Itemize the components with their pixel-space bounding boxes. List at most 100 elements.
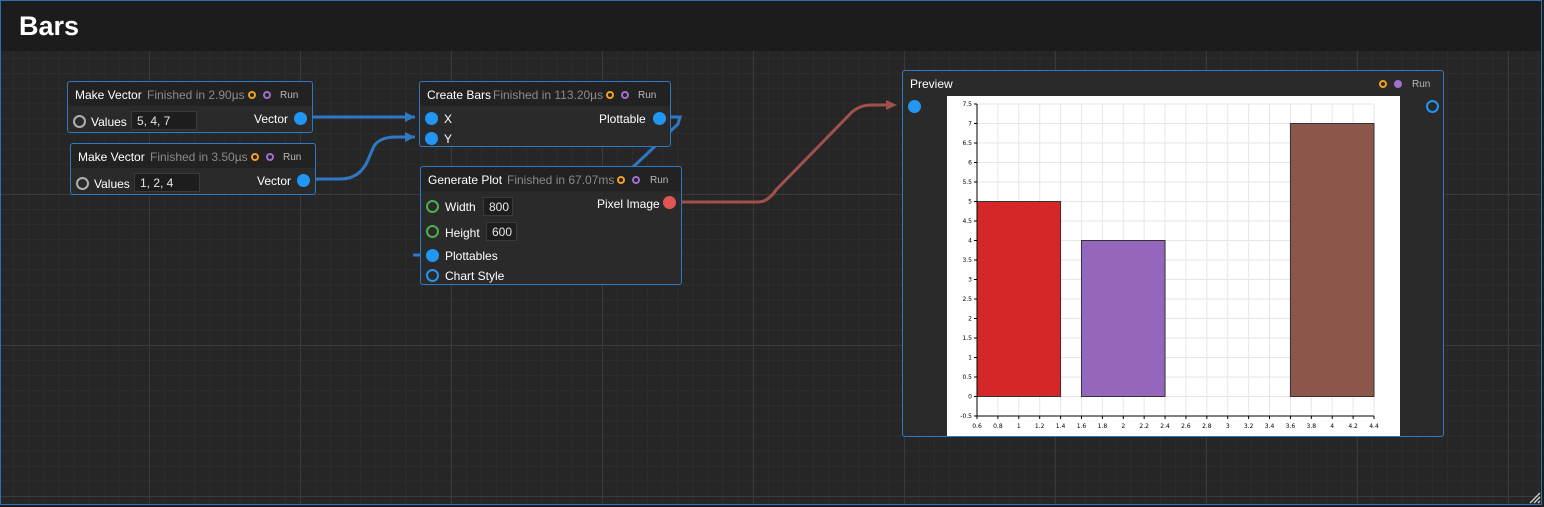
node-header[interactable]: Make Vector Finished in 2.90µs Run xyxy=(68,82,312,106)
plottables-input-port[interactable] xyxy=(426,249,439,262)
y-tick-label: 7.5 xyxy=(962,101,972,108)
run-ring-icon[interactable] xyxy=(632,176,640,184)
plottable-output-label: Plottable xyxy=(599,112,646,126)
x-tick-label: 2.6 xyxy=(1181,423,1191,430)
y-tick-label: 3 xyxy=(968,277,972,284)
values-label: Values xyxy=(94,177,130,191)
y-tick-label: 0 xyxy=(968,394,972,401)
vector-output-port[interactable] xyxy=(294,112,307,125)
chart-style-label: Chart Style xyxy=(445,269,505,283)
chart-bar xyxy=(976,201,1062,397)
x-tick-label: 3 xyxy=(1226,423,1230,430)
y-tick-label: 4 xyxy=(968,238,972,245)
values-input[interactable]: 5, 4, 7 xyxy=(131,111,197,130)
vector-output-label: Vector xyxy=(257,174,292,188)
node-status: Finished in 2.90µs xyxy=(147,88,245,102)
run-ring-icon[interactable] xyxy=(621,91,629,99)
x-tick-label: 2.2 xyxy=(1139,423,1149,430)
plottables-label: Plottables xyxy=(445,249,498,263)
node-header[interactable]: Preview Run xyxy=(903,71,1443,95)
y-tick-label: 2.5 xyxy=(962,296,972,303)
status-ring-icon[interactable] xyxy=(251,153,259,161)
node-header[interactable]: Create Bars Finished in 113.20µs Run xyxy=(420,82,670,106)
pixel-image-output-label: Pixel Image xyxy=(597,197,660,211)
y-tick-label: 7 xyxy=(968,121,972,128)
vector-output-port[interactable] xyxy=(297,174,310,187)
x-input-port[interactable] xyxy=(425,112,438,125)
chart-bar xyxy=(1080,240,1166,397)
generate-plot-node[interactable]: Generate Plot Finished in 67.07ms Run Wi… xyxy=(420,166,682,285)
node-header[interactable]: Generate Plot Finished in 67.07ms Run xyxy=(421,167,681,191)
run-button[interactable]: Run xyxy=(650,175,668,186)
values-input-port[interactable] xyxy=(76,177,89,190)
vector-output-label: Vector xyxy=(254,112,289,126)
status-ring-icon[interactable] xyxy=(606,91,614,99)
x-tick-label: 0.8 xyxy=(993,423,1003,430)
y-tick-label: -0.5 xyxy=(960,413,972,420)
x-tick-label: 1.4 xyxy=(1056,423,1066,430)
preview-node[interactable]: Preview Run 0.6 0.8 1 1.2 1.4 1.6 1.8 2 2.2 2.4 2.… xyxy=(902,70,1444,437)
run-button[interactable]: Run xyxy=(283,152,301,163)
x-tick-label: 1.8 xyxy=(1098,423,1108,430)
status-ring-icon[interactable] xyxy=(1379,80,1387,88)
page-title: Bars xyxy=(19,11,80,41)
y-input-port[interactable] xyxy=(425,132,438,145)
width-input-port[interactable] xyxy=(426,200,439,213)
x-tick-label: 0.6 xyxy=(972,423,982,430)
node-title: Preview xyxy=(910,77,953,91)
create-bars-node[interactable]: Create Bars Finished in 113.20µs Run X Y… xyxy=(419,81,671,147)
x-tick-label: 2.8 xyxy=(1202,423,1212,430)
height-input[interactable]: 600 xyxy=(486,222,517,241)
run-button[interactable]: Run xyxy=(1412,79,1430,90)
x-tick-label: 2.4 xyxy=(1160,423,1170,430)
plottable-output-port[interactable] xyxy=(653,112,666,125)
height-input-port[interactable] xyxy=(426,225,439,238)
x-label: X xyxy=(444,112,453,126)
x-tick-label: 3.8 xyxy=(1307,423,1317,430)
title-bar: Bars xyxy=(1,1,1541,51)
resize-grip-icon[interactable] xyxy=(1528,491,1541,504)
make-vector-node-1[interactable]: Make Vector Finished in 2.90µs Run Value… xyxy=(67,81,313,133)
y-tick-label: 0.5 xyxy=(962,374,972,381)
node-status: Finished in 113.20µs xyxy=(493,88,604,102)
chart-style-input-port[interactable] xyxy=(426,269,439,282)
width-input[interactable]: 800 xyxy=(483,197,513,216)
x-tick-label: 1.6 xyxy=(1077,423,1087,430)
run-ring-icon[interactable] xyxy=(266,153,274,161)
pixel-image-output-port[interactable] xyxy=(663,196,676,209)
image-input-port[interactable] xyxy=(908,100,921,113)
x-tick-label: 1.2 xyxy=(1035,423,1045,430)
bar-chart: 0.6 0.8 1 1.2 1.4 1.6 1.8 2 2.2 2.4 2.6 2.8 3 3.2 3.4 3… xyxy=(960,101,1379,430)
height-label: Height xyxy=(445,226,480,240)
run-ring-icon[interactable] xyxy=(263,91,271,99)
x-tick-label: 1 xyxy=(1017,423,1021,430)
values-input-port[interactable] xyxy=(73,115,86,128)
y-tick-label: 5.5 xyxy=(962,179,972,186)
status-ring-icon[interactable] xyxy=(248,91,256,99)
x-tick-label: 3.6 xyxy=(1286,423,1296,430)
node-title: Make Vector xyxy=(78,150,145,164)
chart-bar xyxy=(1289,123,1375,397)
y-label: Y xyxy=(444,132,453,146)
node-header[interactable]: Make Vector Finished in 3.50µs Run xyxy=(71,144,315,168)
y-tick-label: 6.5 xyxy=(962,140,972,147)
node-title: Make Vector xyxy=(75,88,142,102)
run-button[interactable]: Run xyxy=(280,90,298,101)
y-tick-label: 4.5 xyxy=(962,218,972,225)
x-tick-label: 4.2 xyxy=(1348,423,1358,430)
y-tick-label: 5 xyxy=(968,199,972,206)
width-label: Width xyxy=(445,200,476,214)
node-title: Create Bars xyxy=(427,88,492,102)
make-vector-node-2[interactable]: Make Vector Finished in 3.50µs Run Value… xyxy=(70,143,316,195)
values-label: Values xyxy=(91,115,127,129)
node-title: Generate Plot xyxy=(428,173,503,187)
y-tick-label: 1.5 xyxy=(962,335,972,342)
run-button[interactable]: Run xyxy=(638,90,656,101)
y-tick-label: 1 xyxy=(968,355,972,362)
run-ring-icon[interactable] xyxy=(1394,80,1402,88)
x-tick-label: 4 xyxy=(1330,423,1334,430)
y-tick-label: 3.5 xyxy=(962,257,972,264)
status-ring-icon[interactable] xyxy=(617,176,625,184)
image-output-port[interactable] xyxy=(1426,100,1439,113)
values-input[interactable]: 1, 2, 4 xyxy=(134,173,200,192)
